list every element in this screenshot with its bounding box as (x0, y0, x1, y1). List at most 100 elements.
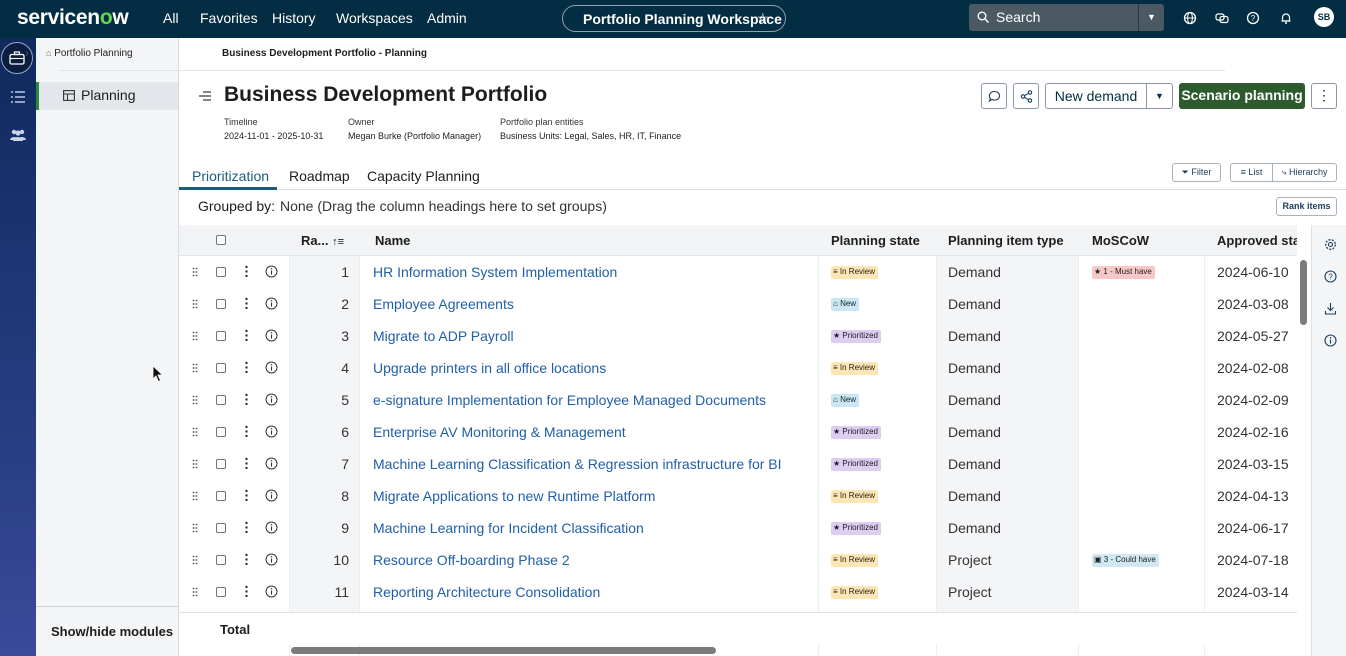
nav-history[interactable]: History (272, 10, 316, 26)
search-scope-dropdown[interactable]: ▼ (1138, 4, 1164, 31)
hierarchy-view-button[interactable]: ⤷ Hierarchy (1272, 163, 1337, 182)
tab-prioritization[interactable]: Prioritization (192, 168, 269, 184)
drag-handle-icon[interactable] (192, 395, 198, 405)
drag-handle-icon[interactable] (192, 587, 198, 597)
globe-icon[interactable] (1182, 10, 1198, 26)
new-demand-dropdown[interactable]: ▼ (1146, 83, 1173, 109)
row-info-icon[interactable] (265, 553, 278, 566)
drag-handle-icon[interactable] (192, 523, 198, 533)
nav-favorites[interactable]: Favorites (200, 10, 258, 26)
row-checkbox[interactable] (216, 363, 226, 373)
user-avatar[interactable]: SB (1314, 7, 1334, 27)
row-info-icon[interactable] (265, 489, 278, 502)
team-icon[interactable] (9, 126, 27, 144)
servicenow-logo[interactable]: servicenow (17, 6, 129, 30)
sort-ascending-icon[interactable]: ↑≡ (332, 236, 344, 248)
rank-items-button[interactable]: Rank items (1276, 197, 1337, 216)
row-checkbox[interactable] (216, 427, 226, 437)
table-row[interactable]: 1 HR Information System Implementation ≡ I… (179, 256, 1297, 288)
row-name-link[interactable]: e-signature Implementation for Employee … (373, 392, 766, 408)
table-row[interactable]: 3 Migrate to ADP Payroll ★ Prioritized Dema… (179, 320, 1297, 352)
header-planning-state[interactable]: Planning state (831, 233, 920, 248)
row-info-icon[interactable] (265, 361, 278, 374)
row-checkbox[interactable] (216, 331, 226, 341)
module-planning[interactable]: Planning (36, 82, 178, 110)
row-checkbox[interactable] (216, 267, 226, 277)
scenario-planning-button[interactable]: Scenario planning (1179, 83, 1305, 109)
drag-handle-icon[interactable] (192, 363, 198, 373)
row-checkbox[interactable] (216, 395, 226, 405)
row-actions-icon[interactable] (245, 489, 248, 502)
row-name-link[interactable]: HR Information System Implementation (373, 264, 617, 280)
row-checkbox[interactable] (216, 523, 226, 533)
row-actions-icon[interactable] (245, 425, 248, 438)
table-row[interactable]: 5 e-signature Implementation for Employee… (179, 384, 1297, 416)
select-all-checkbox[interactable] (216, 235, 226, 245)
new-demand-button[interactable]: New demand (1045, 83, 1147, 109)
tab-roadmap[interactable]: Roadmap (289, 168, 350, 184)
row-actions-icon[interactable] (245, 553, 248, 566)
row-name-link[interactable]: Enterprise AV Monitoring & Management (373, 424, 626, 440)
drag-handle-icon[interactable] (192, 459, 198, 469)
collapse-details-icon[interactable] (198, 90, 212, 102)
row-name-link[interactable]: Reporting Architecture Consolidation (373, 584, 600, 600)
row-info-icon[interactable] (265, 585, 278, 598)
filter-button[interactable]: ⏷ Filter (1172, 163, 1221, 182)
row-actions-icon[interactable] (245, 393, 248, 406)
nav-all[interactable]: All (163, 10, 179, 26)
share-button[interactable] (1013, 83, 1039, 109)
row-info-icon[interactable] (265, 425, 278, 438)
row-name-link[interactable]: Upgrade printers in all office locations (373, 360, 606, 376)
row-name-link[interactable]: Migrate to ADP Payroll (373, 328, 514, 344)
global-search-input[interactable]: Search (969, 4, 1138, 31)
star-icon[interactable]: ☆ (756, 10, 769, 27)
horizontal-scrollbar[interactable] (291, 647, 716, 654)
more-options-button[interactable]: ⋮ (1311, 83, 1337, 109)
drag-handle-icon[interactable] (192, 299, 198, 309)
vertical-scrollbar[interactable] (1300, 260, 1307, 325)
table-row[interactable]: 9 Machine Learning for Incident Classific… (179, 512, 1297, 544)
row-name-link[interactable]: Machine Learning Classification & Regres… (373, 456, 782, 472)
list-view-button[interactable]: ≡ List (1230, 163, 1272, 182)
table-row[interactable]: 6 Enterprise AV Monitoring & Management ★ … (179, 416, 1297, 448)
row-name-link[interactable]: Machine Learning for Incident Classifica… (373, 520, 644, 536)
row-info-icon[interactable] (265, 297, 278, 310)
row-actions-icon[interactable] (245, 521, 248, 534)
breadcrumb-current[interactable]: Business Development Portfolio - Plannin… (222, 48, 427, 59)
row-info-icon[interactable] (265, 329, 278, 342)
table-row[interactable]: 10 Resource Off-boarding Phase 2 ≡ In Revi… (179, 544, 1297, 576)
table-row[interactable]: 4 Upgrade printers in all office location… (179, 352, 1297, 384)
row-info-icon[interactable] (265, 521, 278, 534)
row-checkbox[interactable] (216, 491, 226, 501)
row-name-link[interactable]: Employee Agreements (373, 296, 514, 312)
table-row[interactable]: 8 Migrate Applications to new Runtime Pla… (179, 480, 1297, 512)
info-icon[interactable] (1324, 334, 1337, 347)
header-moscow[interactable]: MoSCoW (1092, 233, 1149, 248)
workspace-title-pill[interactable]: Portfolio Planning Workspace ☆ (562, 5, 786, 32)
row-actions-icon[interactable] (245, 329, 248, 342)
help-circle-icon[interactable]: ? (1324, 270, 1337, 283)
row-checkbox[interactable] (216, 587, 226, 597)
row-actions-icon[interactable] (245, 457, 248, 470)
drag-handle-icon[interactable] (192, 267, 198, 277)
drag-handle-icon[interactable] (192, 331, 198, 341)
row-actions-icon[interactable] (245, 265, 248, 278)
row-actions-icon[interactable] (245, 585, 248, 598)
row-checkbox[interactable] (216, 459, 226, 469)
nav-workspaces[interactable]: Workspaces (336, 10, 413, 26)
header-name[interactable]: Name (375, 233, 410, 248)
row-name-link[interactable]: Resource Off-boarding Phase 2 (373, 552, 570, 568)
row-info-icon[interactable] (265, 393, 278, 406)
table-row[interactable]: 7 Machine Learning Classification & Regre… (179, 448, 1297, 480)
header-rank[interactable]: Ra... ↑≡ (301, 233, 344, 248)
comment-button[interactable] (981, 83, 1007, 109)
chat-icon[interactable] (1214, 10, 1230, 26)
list-icon[interactable] (9, 88, 27, 106)
drag-handle-icon[interactable] (192, 427, 198, 437)
download-icon[interactable] (1324, 302, 1337, 315)
table-row[interactable]: 11 Reporting Architecture Consolidation ≡ … (179, 576, 1297, 608)
drag-handle-icon[interactable] (192, 555, 198, 565)
row-info-icon[interactable] (265, 457, 278, 470)
header-planning-item-type[interactable]: Planning item type (948, 233, 1064, 248)
tab-capacity-planning[interactable]: Capacity Planning (367, 168, 480, 184)
